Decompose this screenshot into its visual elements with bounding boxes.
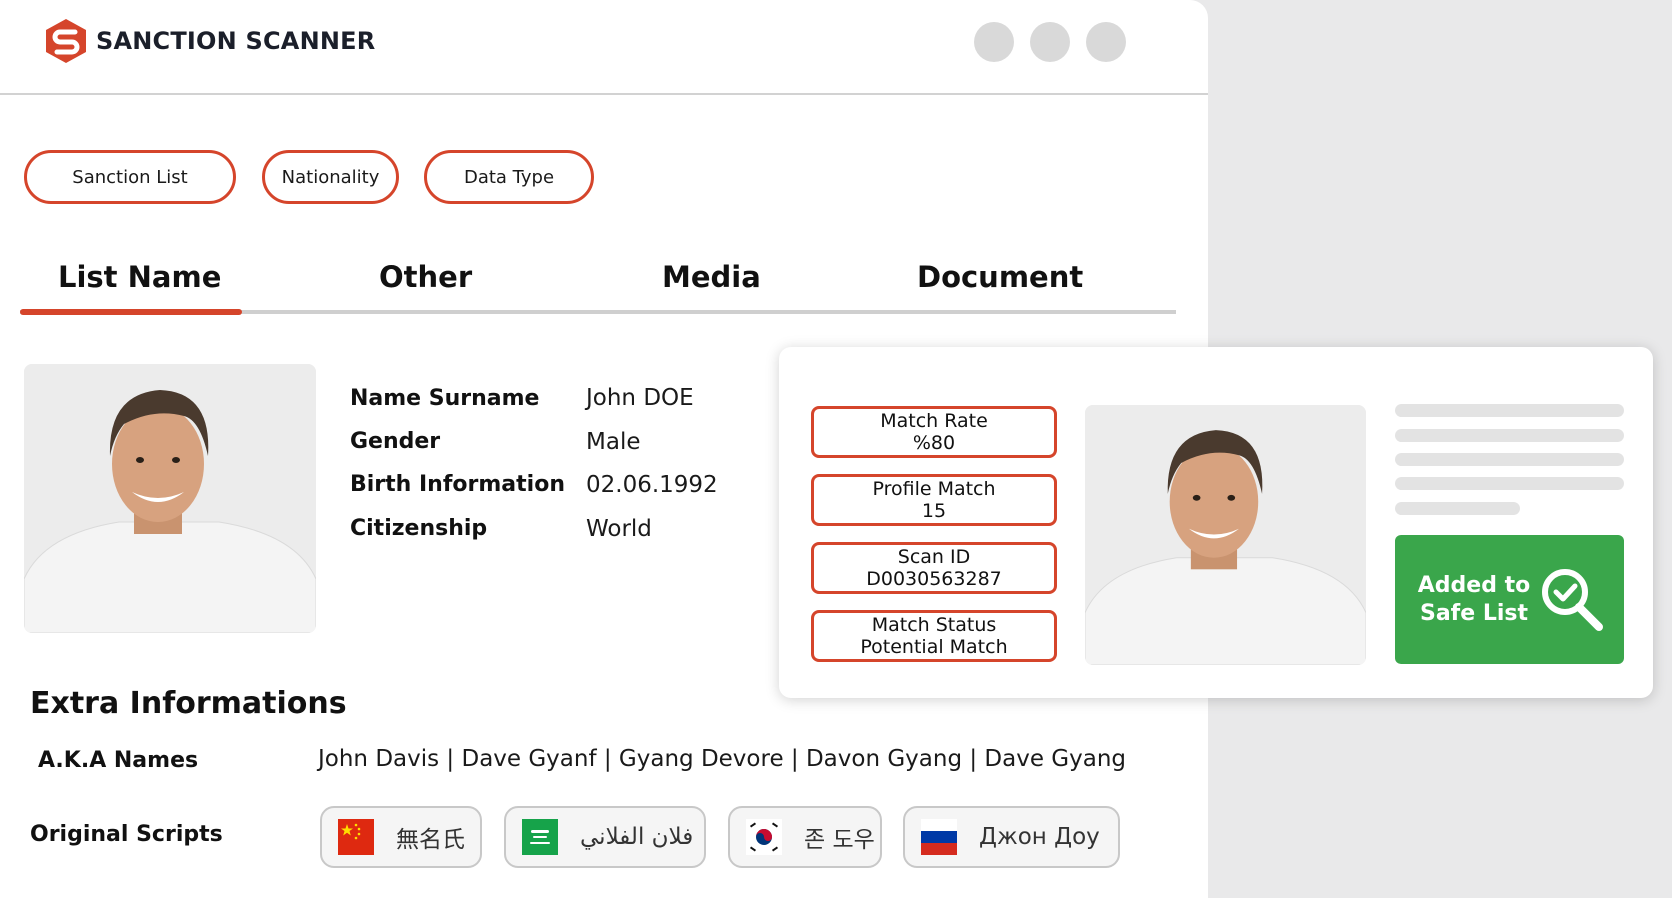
script-arabic[interactable]: فلان الفلاني [504,806,706,868]
stat-label: Match Rate [880,410,988,432]
stat-label: Match Status [871,614,997,636]
stat-label: Profile Match [872,478,996,500]
stat-value: D0030563287 [866,568,1002,590]
scripts-label: Original Scripts [30,822,223,847]
stat-value: 15 [921,500,947,522]
person-photo-icon [24,364,316,633]
window-dot-1[interactable] [974,22,1014,62]
script-text: Джон Доу [979,824,1100,850]
scan-id-box: Scan ID D0030563287 [811,542,1057,594]
match-result-card: Match Rate %80 Profile Match 15 Scan ID … [779,347,1653,698]
script-korean[interactable]: 존 도우 [728,806,882,868]
placeholder-line [1395,429,1624,442]
tab-media[interactable]: Media [662,260,761,294]
safe-list-label-line2: Safe List [1419,600,1528,626]
match-status-box: Match Status Potential Match [811,610,1057,662]
script-text: فلان الفلاني [580,824,694,850]
app-header: SANCTION SCANNER [0,0,1208,95]
saudi-flag-icon [522,819,558,855]
script-russian[interactable]: Джон Доу [903,806,1120,868]
placeholder-line [1395,502,1520,515]
filter-sanction-list[interactable]: Sanction List [24,150,236,204]
filter-label: Nationality [281,166,380,188]
match-photo [1085,405,1366,665]
script-chinese[interactable]: 無名氏 [320,806,482,868]
value-birth-information: 02.06.1992 [586,472,718,498]
script-text: 無名氏 [396,827,465,853]
filter-data-type[interactable]: Data Type [424,150,594,204]
safe-list-label-line1: Added to [1417,572,1531,598]
brand-logo[interactable]: SANCTION SCANNER [42,17,375,65]
korea-flag-icon [746,819,782,855]
value-citizenship: World [586,516,652,542]
value-name-surname: John DOE [586,385,694,411]
stat-value: %80 [912,432,956,454]
match-rate-box: Match Rate %80 [811,406,1057,458]
window-dot-3[interactable] [1086,22,1126,62]
logo-icon [46,19,86,63]
tab-other[interactable]: Other [379,260,472,294]
aka-label: A.K.A Names [38,748,199,773]
script-text: 존 도우 [804,827,875,853]
stat-value: Potential Match [860,636,1008,658]
profile-photo [24,364,316,633]
value-gender: Male [586,429,641,455]
brand-name: SANCTION SCANNER [96,27,376,55]
label-name-surname: Name Surname [350,386,540,411]
extra-info-title: Extra Informations [30,686,347,721]
profile-match-box: Profile Match 15 [811,474,1057,526]
china-flag-icon [338,819,374,855]
added-to-safe-list-button[interactable]: Added to Safe List [1395,535,1624,664]
active-tab-indicator [20,309,242,315]
search-check-icon [1542,568,1603,631]
aka-values: John Davis | Dave Gyanf | Gyang Devore |… [318,746,1126,772]
stat-label: Scan ID [897,546,971,568]
label-gender: Gender [350,429,441,454]
filter-label: Data Type [463,166,555,188]
tab-document[interactable]: Document [917,260,1083,294]
filter-label: Sanction List [72,166,188,188]
label-birth-information: Birth Information [350,472,565,497]
placeholder-line [1395,453,1624,466]
person-photo-icon [1085,405,1366,665]
label-citizenship: Citizenship [350,516,488,541]
safe-list-label: Added to Safe List [1415,572,1533,628]
filter-nationality[interactable]: Nationality [262,150,399,204]
russia-flag-icon [921,819,957,855]
placeholder-line [1395,404,1624,417]
window-dot-2[interactable] [1030,22,1070,62]
placeholder-line [1395,477,1624,490]
tab-list-name[interactable]: List Name [58,260,221,294]
